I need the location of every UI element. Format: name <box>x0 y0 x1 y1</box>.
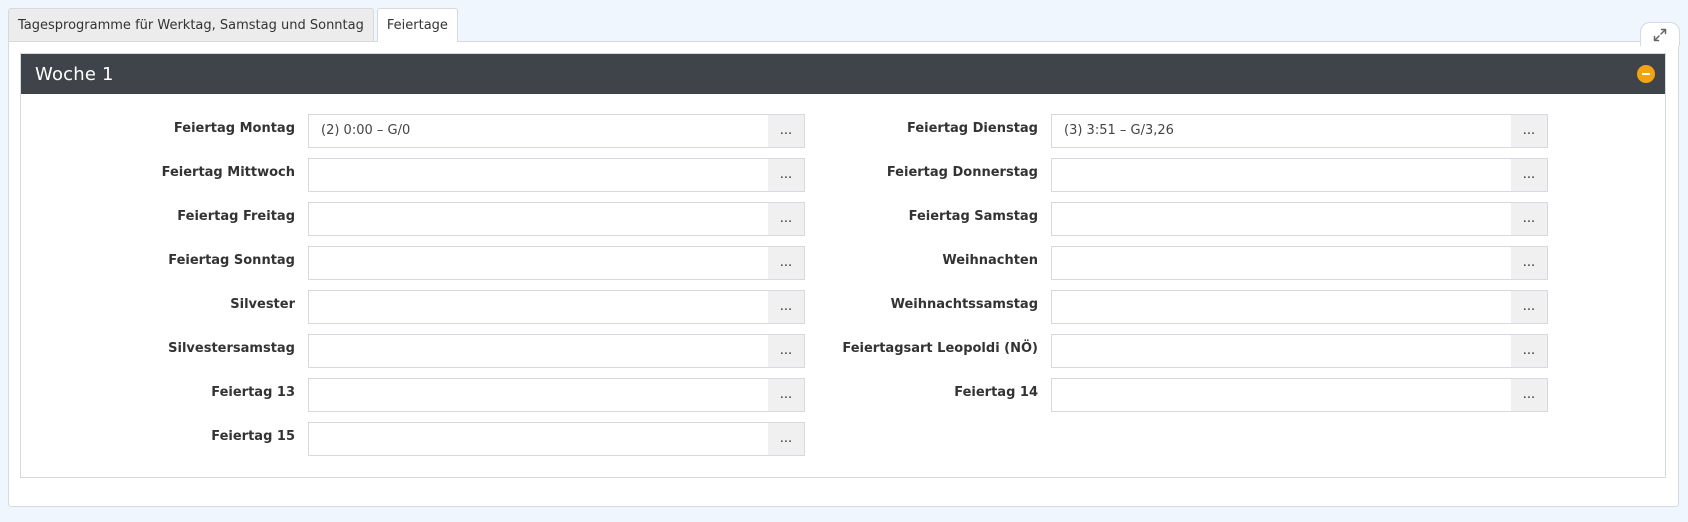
silvestersamstag-input[interactable] <box>308 334 769 368</box>
tab-feiertage[interactable]: Feiertage <box>376 8 458 42</box>
field-row: Feiertag Mittwoch ... <box>21 158 821 202</box>
field-label: Feiertag Donnerstag <box>886 165 1038 180</box>
field-row: Feiertag Samstag ... <box>824 202 1624 246</box>
field-row: Feiertag 14 ... <box>824 378 1624 422</box>
feiertag-15-input[interactable] <box>308 422 769 456</box>
feiertag-donnerstag-input[interactable] <box>1051 158 1512 192</box>
field-label: Feiertag Dienstag <box>906 121 1038 136</box>
weihnachten-input[interactable] <box>1051 246 1512 280</box>
field-row: Weihnachtssamstag ... <box>824 290 1624 334</box>
silvestersamstag-picker-button[interactable]: ... <box>768 334 805 368</box>
feiertag-freitag-input[interactable] <box>308 202 769 236</box>
feiertag-mittwoch-picker-button[interactable]: ... <box>768 158 805 192</box>
feiertag-freitag-picker-button[interactable]: ... <box>768 202 805 236</box>
field-label: Feiertag 14 <box>954 385 1038 400</box>
left-field-column: Feiertag Montag (2) 0:00 – G/0 ... Feier… <box>21 114 821 466</box>
field-row: Feiertag Donnerstag ... <box>824 158 1624 202</box>
feiertag-mittwoch-input[interactable] <box>308 158 769 192</box>
section-woche-1: Woche 1 Feiertag Montag (2) 0:00 – G/0 .… <box>20 53 1666 478</box>
feiertag-montag-input[interactable]: (2) 0:00 – G/0 <box>308 114 769 148</box>
feiertag-samstag-picker-button[interactable]: ... <box>1511 202 1548 236</box>
feiertagsart-leopoldi-picker-button[interactable]: ... <box>1511 334 1548 368</box>
collapse-button[interactable] <box>1637 65 1655 83</box>
section-header: Woche 1 <box>21 54 1665 94</box>
feiertag-donnerstag-picker-button[interactable]: ... <box>1511 158 1548 192</box>
tab-tagesprogramme[interactable]: Tagesprogramme für Werktag, Samstag und … <box>8 8 374 41</box>
field-label: Feiertag 15 <box>211 429 295 444</box>
weihnachten-picker-button[interactable]: ... <box>1511 246 1548 280</box>
field-label: Feiertag Samstag <box>908 209 1038 224</box>
field-label: Feiertag Sonntag <box>168 253 295 268</box>
field-label: Feiertag 13 <box>211 385 295 400</box>
right-field-column: Feiertag Dienstag (3) 3:51 – G/3,26 ... … <box>824 114 1624 422</box>
field-label: Weihnachtssamstag <box>890 297 1038 312</box>
feiertagsart-leopoldi-input[interactable] <box>1051 334 1512 368</box>
field-row: Feiertag Sonntag ... <box>21 246 821 290</box>
tab-bar: Tagesprogramme für Werktag, Samstag und … <box>8 8 458 42</box>
field-label: Feiertag Montag <box>173 121 295 136</box>
app-window: Tagesprogramme für Werktag, Samstag und … <box>0 0 1688 522</box>
field-row: Weihnachten ... <box>824 246 1624 290</box>
feiertag-13-input[interactable] <box>308 378 769 412</box>
feiertag-sonntag-picker-button[interactable]: ... <box>768 246 805 280</box>
collapse-minus-icon <box>1642 73 1650 75</box>
field-row: Silvester ... <box>21 290 821 334</box>
field-label: Feiertag Mittwoch <box>161 165 295 180</box>
field-row: Feiertagsart Leopoldi (NÖ) ... <box>824 334 1624 378</box>
field-label: Weihnachten <box>942 253 1038 268</box>
feiertag-samstag-input[interactable] <box>1051 202 1512 236</box>
feiertag-montag-picker-button[interactable]: ... <box>768 114 805 148</box>
feiertag-sonntag-input[interactable] <box>308 246 769 280</box>
section-body: Feiertag Montag (2) 0:00 – G/0 ... Feier… <box>21 94 1665 477</box>
tab-panel-feiertage: Woche 1 Feiertag Montag (2) 0:00 – G/0 .… <box>8 41 1679 507</box>
feiertag-14-input[interactable] <box>1051 378 1512 412</box>
feiertag-dienstag-input[interactable]: (3) 3:51 – G/3,26 <box>1051 114 1512 148</box>
feiertag-14-picker-button[interactable]: ... <box>1511 378 1548 412</box>
expand-button[interactable] <box>1640 22 1680 46</box>
field-row: Feiertag Montag (2) 0:00 – G/0 ... <box>21 114 821 158</box>
weihnachtssamstag-input[interactable] <box>1051 290 1512 324</box>
silvester-picker-button[interactable]: ... <box>768 290 805 324</box>
field-row: Feiertag Dienstag (3) 3:51 – G/3,26 ... <box>824 114 1624 158</box>
weihnachtssamstag-picker-button[interactable]: ... <box>1511 290 1548 324</box>
feiertag-13-picker-button[interactable]: ... <box>768 378 805 412</box>
field-row: Feiertag 15 ... <box>21 422 821 466</box>
field-label: Silvestersamstag <box>168 341 295 356</box>
field-row: Silvestersamstag ... <box>21 334 821 378</box>
field-row: Feiertag Freitag ... <box>21 202 821 246</box>
field-row: Feiertag 13 ... <box>21 378 821 422</box>
feiertag-dienstag-picker-button[interactable]: ... <box>1511 114 1548 148</box>
feiertag-15-picker-button[interactable]: ... <box>768 422 805 456</box>
silvester-input[interactable] <box>308 290 769 324</box>
field-label: Feiertag Freitag <box>177 209 295 224</box>
section-title: Woche 1 <box>35 63 114 85</box>
field-label: Silvester <box>230 297 295 312</box>
field-label: Feiertagsart Leopoldi (NÖ) <box>842 341 1038 356</box>
expand-arrows-icon <box>1653 28 1667 41</box>
